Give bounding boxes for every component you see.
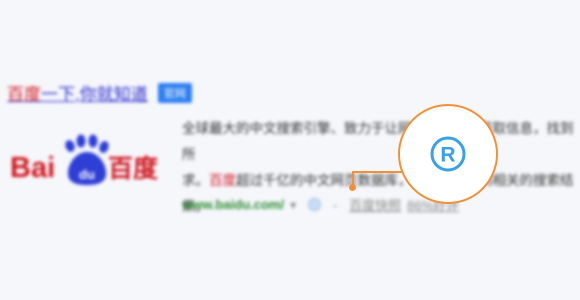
official-badge[interactable]: 官网 xyxy=(157,82,192,103)
baidu-logo: Bai du 百度 xyxy=(10,134,158,185)
snapshot-link[interactable]: 百度快照 xyxy=(349,195,401,214)
title-text: 一下,你就知道 xyxy=(41,85,148,104)
description-highlight: 百度 xyxy=(209,173,236,188)
callout-anchor-dot xyxy=(349,184,356,191)
svg-text:R: R xyxy=(440,144,455,167)
description-text: 求。 xyxy=(182,173,209,188)
callout-connector xyxy=(352,171,402,187)
magnifier-callout: R xyxy=(398,104,498,204)
title-highlight: 百度 xyxy=(7,85,41,104)
registered-trademark-icon: R xyxy=(430,136,466,172)
result-title-row: 百度一下,你就知道 官网 xyxy=(7,80,192,105)
logo-text-left: Bai xyxy=(10,152,55,184)
result-title-link[interactable]: 百度一下,你就知道 xyxy=(7,80,148,105)
url-dropdown-icon[interactable]: ▾ xyxy=(290,198,296,212)
separator: - xyxy=(333,197,338,212)
logo-text-right: 百度 xyxy=(108,154,158,183)
result-url[interactable]: www.baidu.com/ xyxy=(182,197,284,212)
logo-paw-text: du xyxy=(79,167,95,182)
description-line: 全球最大的中文搜索引擎、致力于让网民更便捷地获取信息，找到所 xyxy=(182,121,574,162)
result-url-row: www.baidu.com/ ▾ - 百度快照 86%好评 xyxy=(182,195,459,214)
registered-mark-small-icon[interactable] xyxy=(308,198,322,211)
